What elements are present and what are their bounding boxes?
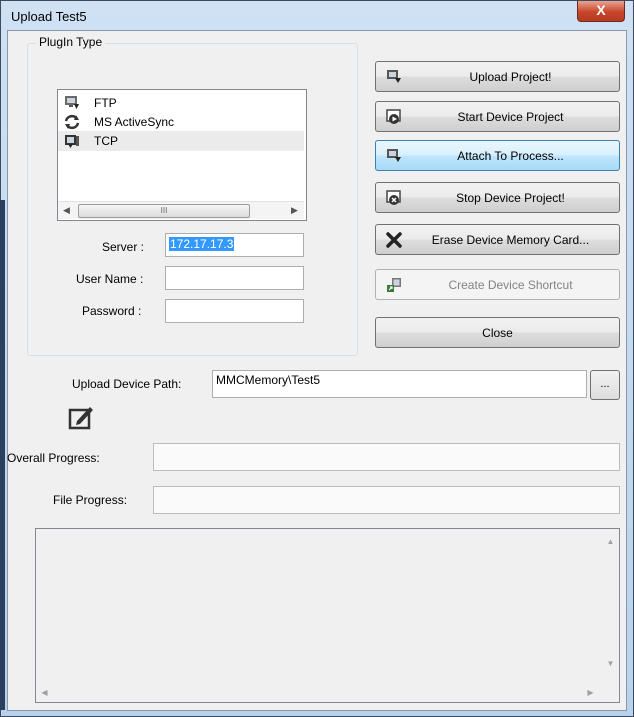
button-label: Upload Project!: [469, 70, 552, 84]
plugin-type-group-label: PlugIn Type: [36, 35, 106, 49]
activesync-icon: [64, 114, 80, 130]
start-device-project-button[interactable]: Start Device Project: [375, 101, 620, 132]
edit-path-icon[interactable]: [68, 404, 96, 430]
attach-to-process-button[interactable]: Attach To Process...: [375, 140, 620, 171]
overall-progress-label: Overall Progress:: [7, 451, 100, 465]
server-field[interactable]: 172.17.17.3: [165, 233, 304, 257]
window-title: Upload Test5: [11, 9, 87, 24]
button-label: Erase Device Memory Card...: [431, 233, 590, 247]
shortcut-icon: [387, 278, 401, 292]
file-progress-bar: [153, 486, 620, 514]
scroll-up-arrow-icon[interactable]: ▲: [602, 537, 619, 546]
erase-x-icon: [386, 232, 402, 248]
button-label: Stop Device Project!: [456, 191, 565, 205]
button-label: Attach To Process...: [457, 149, 564, 163]
scroll-right-arrow-icon[interactable]: ▶: [582, 688, 599, 697]
create-device-shortcut-button[interactable]: Create Device Shortcut: [375, 269, 620, 300]
tcp-icon: [65, 135, 79, 148]
window-left-edge: [0, 200, 5, 710]
title-bar[interactable]: Upload Test5 X: [1, 1, 633, 31]
server-value: 172.17.17.3: [169, 237, 235, 251]
scroll-right-arrow-icon[interactable]: ▶: [286, 202, 303, 219]
button-label: Close: [482, 326, 513, 340]
ftp-icon: [65, 96, 79, 109]
log-horizontal-scrollbar[interactable]: ◀ ▶: [36, 685, 602, 702]
stop-project-icon: [386, 190, 401, 205]
scroll-down-arrow-icon[interactable]: ▼: [602, 659, 619, 668]
server-label: Server :: [102, 240, 145, 254]
list-item-label: FTP: [94, 96, 117, 110]
password-field[interactable]: [165, 299, 304, 323]
password-label: Password :: [82, 304, 142, 318]
username-field[interactable]: [165, 266, 304, 290]
start-project-icon: [386, 109, 401, 124]
overall-progress-bar: [153, 443, 620, 471]
upload-project-icon: [387, 70, 401, 83]
list-item-ms-activesync[interactable]: MS ActiveSync: [58, 112, 304, 132]
attach-process-icon: [387, 149, 401, 162]
plugin-list-horizontal-scrollbar[interactable]: ◀ III ▶: [58, 201, 304, 219]
output-log[interactable]: ▲ ▼ ◀ ▶: [35, 528, 620, 703]
browse-button[interactable]: ...: [590, 370, 620, 400]
upload-path-field[interactable]: MMCMemory\Test5: [212, 370, 587, 398]
scroll-left-arrow-icon[interactable]: ◀: [36, 688, 53, 697]
username-label: User Name :: [76, 272, 144, 286]
log-vertical-scrollbar[interactable]: ▲ ▼: [602, 529, 619, 686]
list-item-label: TCP: [94, 134, 118, 148]
scroll-left-arrow-icon[interactable]: ◀: [58, 202, 75, 219]
scroll-thumb[interactable]: III: [78, 204, 250, 218]
button-label: Start Device Project: [457, 110, 564, 124]
stop-device-project-button[interactable]: Stop Device Project!: [375, 182, 620, 213]
list-item-tcp[interactable]: TCP: [58, 131, 304, 151]
button-label: Create Device Shortcut: [448, 278, 573, 292]
upload-path-label: Upload Device Path:: [72, 377, 182, 391]
list-item-label: MS ActiveSync: [94, 115, 175, 129]
close-button[interactable]: Close: [375, 317, 620, 348]
list-item-ftp[interactable]: FTP: [58, 93, 304, 113]
upload-project-button[interactable]: Upload Project!: [375, 61, 620, 92]
file-progress-label: File Progress:: [53, 493, 128, 507]
erase-memory-card-button[interactable]: Erase Device Memory Card...: [375, 224, 620, 255]
close-window-button[interactable]: X: [577, 1, 625, 22]
plugin-type-list[interactable]: FTP MS ActiveSync TCP ◀ III ▶: [57, 89, 307, 221]
